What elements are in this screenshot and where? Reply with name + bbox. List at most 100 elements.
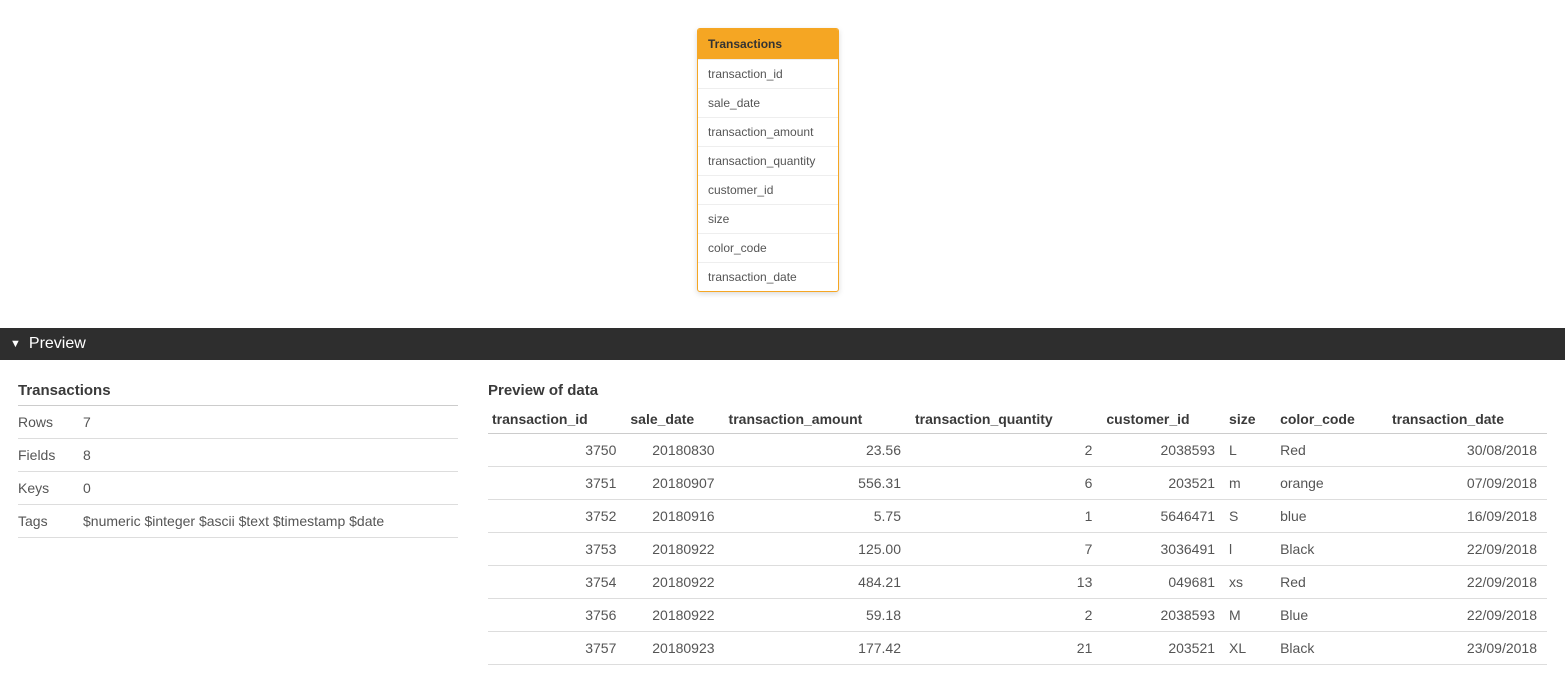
meta-row: Fields8 xyxy=(18,439,458,472)
table-card-transactions[interactable]: Transactions transaction_idsale_datetran… xyxy=(697,28,839,292)
column-header[interactable]: transaction_quantity xyxy=(911,405,1102,434)
table-cell: 22/09/2018 xyxy=(1388,566,1547,599)
table-cell: 21 xyxy=(911,632,1102,665)
table-cell: M xyxy=(1225,599,1276,632)
meta-row: Keys0 xyxy=(18,472,458,505)
table-cell: Red xyxy=(1276,434,1388,467)
meta-key: Fields xyxy=(18,447,83,463)
table-cell: 203521 xyxy=(1102,467,1225,500)
table-cell: 13 xyxy=(911,566,1102,599)
table-cell: 23.56 xyxy=(725,434,911,467)
column-header[interactable]: customer_id xyxy=(1102,405,1225,434)
table-card-field[interactable]: customer_id xyxy=(698,175,838,204)
table-cell: 20180907 xyxy=(626,467,724,500)
table-cell: 3756 xyxy=(488,599,626,632)
table-card-field[interactable]: transaction_id xyxy=(698,59,838,88)
table-row[interactable]: 3752201809165.7515646471Sblue16/09/2018 xyxy=(488,500,1547,533)
meta-row: Rows7 xyxy=(18,406,458,439)
table-card-field[interactable]: transaction_date xyxy=(698,262,838,291)
table-cell: l xyxy=(1225,533,1276,566)
table-cell: 177.42 xyxy=(725,632,911,665)
table-cell: S xyxy=(1225,500,1276,533)
data-preview-title: Preview of data xyxy=(488,382,1547,405)
table-card-field[interactable]: sale_date xyxy=(698,88,838,117)
table-cell: 3750 xyxy=(488,434,626,467)
table-card-field[interactable]: transaction_amount xyxy=(698,117,838,146)
table-card-field[interactable]: color_code xyxy=(698,233,838,262)
table-cell: 2038593 xyxy=(1102,599,1225,632)
meta-key: Rows xyxy=(18,414,83,430)
data-model-canvas[interactable]: Transactions transaction_idsale_datetran… xyxy=(0,0,1565,328)
table-cell: 16/09/2018 xyxy=(1388,500,1547,533)
table-cell: Black xyxy=(1276,533,1388,566)
table-card-title: Transactions xyxy=(698,29,838,59)
column-header[interactable]: transaction_amount xyxy=(725,405,911,434)
table-cell: 3754 xyxy=(488,566,626,599)
table-cell: 07/09/2018 xyxy=(1388,467,1547,500)
table-meta-panel: Transactions Rows7Fields8Keys0Tags$numer… xyxy=(18,382,458,665)
preview-panel-label: Preview xyxy=(29,335,86,353)
column-header[interactable]: color_code xyxy=(1276,405,1388,434)
table-cell: 556.31 xyxy=(725,467,911,500)
table-cell: Red xyxy=(1276,566,1388,599)
table-cell: Blue xyxy=(1276,599,1388,632)
table-cell: 203521 xyxy=(1102,632,1225,665)
table-cell: L xyxy=(1225,434,1276,467)
table-card-field[interactable]: transaction_quantity xyxy=(698,146,838,175)
column-header[interactable]: transaction_date xyxy=(1388,405,1547,434)
table-cell: 3036491 xyxy=(1102,533,1225,566)
table-cell: 3753 xyxy=(488,533,626,566)
column-header[interactable]: transaction_id xyxy=(488,405,626,434)
meta-key: Keys xyxy=(18,480,83,496)
table-cell: 20180922 xyxy=(626,566,724,599)
table-row[interactable]: 375720180923177.4221203521XLBlack23/09/2… xyxy=(488,632,1547,665)
table-cell: 3752 xyxy=(488,500,626,533)
data-preview-table: transaction_idsale_datetransaction_amoun… xyxy=(488,405,1547,665)
table-cell: 125.00 xyxy=(725,533,911,566)
table-cell: 22/09/2018 xyxy=(1388,599,1547,632)
table-cell: m xyxy=(1225,467,1276,500)
table-card-field[interactable]: size xyxy=(698,204,838,233)
table-cell: 5.75 xyxy=(725,500,911,533)
table-row[interactable]: 37502018083023.5622038593LRed30/08/2018 xyxy=(488,434,1547,467)
table-cell: 3751 xyxy=(488,467,626,500)
data-preview-panel: Preview of data transaction_idsale_datet… xyxy=(488,382,1547,665)
column-header[interactable]: size xyxy=(1225,405,1276,434)
table-cell: 1 xyxy=(911,500,1102,533)
table-cell: 20180922 xyxy=(626,599,724,632)
table-row[interactable]: 375120180907556.316203521morange07/09/20… xyxy=(488,467,1547,500)
table-cell: orange xyxy=(1276,467,1388,500)
table-cell: XL xyxy=(1225,632,1276,665)
table-cell: 2 xyxy=(911,599,1102,632)
meta-value: 8 xyxy=(83,447,458,463)
table-cell: 20180916 xyxy=(626,500,724,533)
table-cell: 2 xyxy=(911,434,1102,467)
table-cell: Black xyxy=(1276,632,1388,665)
table-cell: 20180923 xyxy=(626,632,724,665)
table-meta-title: Transactions xyxy=(18,382,458,406)
meta-key: Tags xyxy=(18,513,83,529)
table-row[interactable]: 375320180922125.0073036491lBlack22/09/20… xyxy=(488,533,1547,566)
table-cell: 20180922 xyxy=(626,533,724,566)
table-row[interactable]: 37562018092259.1822038593MBlue22/09/2018 xyxy=(488,599,1547,632)
meta-value: 0 xyxy=(83,480,458,496)
table-cell: 20180830 xyxy=(626,434,724,467)
meta-value: $numeric $integer $ascii $text $timestam… xyxy=(83,513,458,529)
table-cell: 59.18 xyxy=(725,599,911,632)
meta-row: Tags$numeric $integer $ascii $text $time… xyxy=(18,505,458,538)
column-header[interactable]: sale_date xyxy=(626,405,724,434)
table-cell: 22/09/2018 xyxy=(1388,533,1547,566)
table-cell: 7 xyxy=(911,533,1102,566)
table-cell: 30/08/2018 xyxy=(1388,434,1547,467)
table-cell: 3757 xyxy=(488,632,626,665)
table-cell: 5646471 xyxy=(1102,500,1225,533)
table-cell: 049681 xyxy=(1102,566,1225,599)
chevron-down-icon: ▼ xyxy=(10,338,21,350)
table-cell: 2038593 xyxy=(1102,434,1225,467)
table-cell: 23/09/2018 xyxy=(1388,632,1547,665)
table-row[interactable]: 375420180922484.2113049681xsRed22/09/201… xyxy=(488,566,1547,599)
meta-value: 7 xyxy=(83,414,458,430)
table-cell: 6 xyxy=(911,467,1102,500)
table-cell: xs xyxy=(1225,566,1276,599)
preview-panel-toggle[interactable]: ▼ Preview xyxy=(0,328,1565,360)
